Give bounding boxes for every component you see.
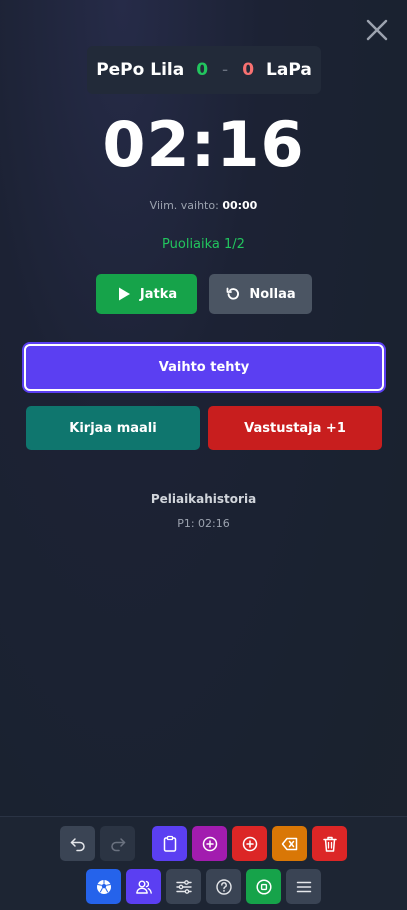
home-score: 0 [196, 60, 209, 80]
sliders-icon [175, 879, 192, 894]
reset-label: Nollaa [249, 286, 296, 302]
trash-icon [322, 836, 337, 852]
play-icon [118, 287, 130, 301]
stop-icon [255, 878, 272, 895]
undo-icon [70, 837, 85, 851]
home-team-name: PePo Lila [96, 60, 185, 80]
reset-button[interactable]: Nollaa [209, 274, 312, 314]
redo-button[interactable] [100, 826, 135, 861]
soccer-ball-icon [96, 879, 111, 894]
menu-icon [296, 881, 311, 892]
score-separator: - [222, 60, 229, 80]
record-goal-button[interactable]: Kirjaa maali [26, 406, 200, 450]
continue-label: Jatka [139, 286, 178, 302]
game-timer: 02:16 [102, 108, 305, 181]
close-icon[interactable] [365, 18, 389, 42]
redo-icon [110, 837, 125, 851]
history-title: Peliaikahistoria [150, 492, 257, 506]
help-icon [215, 878, 232, 895]
settings-button[interactable] [166, 869, 201, 904]
clipboard-icon [163, 835, 176, 852]
undo-button[interactable] [60, 826, 95, 861]
users-icon [135, 880, 152, 894]
last-sub-value: 00:00 [222, 199, 258, 212]
scoreboard: PePo Lila 0 - 0 LaPa [87, 46, 321, 94]
add-button-red[interactable] [232, 826, 267, 861]
substitution-done-button[interactable]: Vaihto tehty [24, 344, 384, 391]
away-team-name: LaPa [266, 60, 312, 80]
clipboard-button[interactable] [152, 826, 187, 861]
delete-button[interactable] [312, 826, 347, 861]
backspace-button[interactable] [272, 826, 307, 861]
menu-button[interactable] [286, 869, 321, 904]
plus-circle-icon [242, 836, 257, 851]
history-item: P1: 02:16 [177, 517, 230, 530]
plus-circle-icon [202, 836, 217, 851]
last-sub-label: Viim. vaihto: [149, 199, 219, 212]
continue-button[interactable]: Jatka [96, 274, 197, 314]
help-button[interactable] [206, 869, 241, 904]
backspace-icon [281, 837, 297, 850]
add-button-purple[interactable] [192, 826, 227, 861]
last-substitution: Viim. vaihto: 00:00 [0, 199, 407, 212]
stop-button[interactable] [246, 869, 281, 904]
soccer-button[interactable] [86, 869, 121, 904]
players-button[interactable] [126, 869, 161, 904]
period-indicator: Puoliaika 1/2 [162, 237, 245, 252]
away-score: 0 [242, 60, 255, 80]
reset-icon [226, 287, 240, 300]
opponent-goal-button[interactable]: Vastustaja +1 [208, 406, 382, 450]
bottom-toolbar [0, 816, 407, 910]
